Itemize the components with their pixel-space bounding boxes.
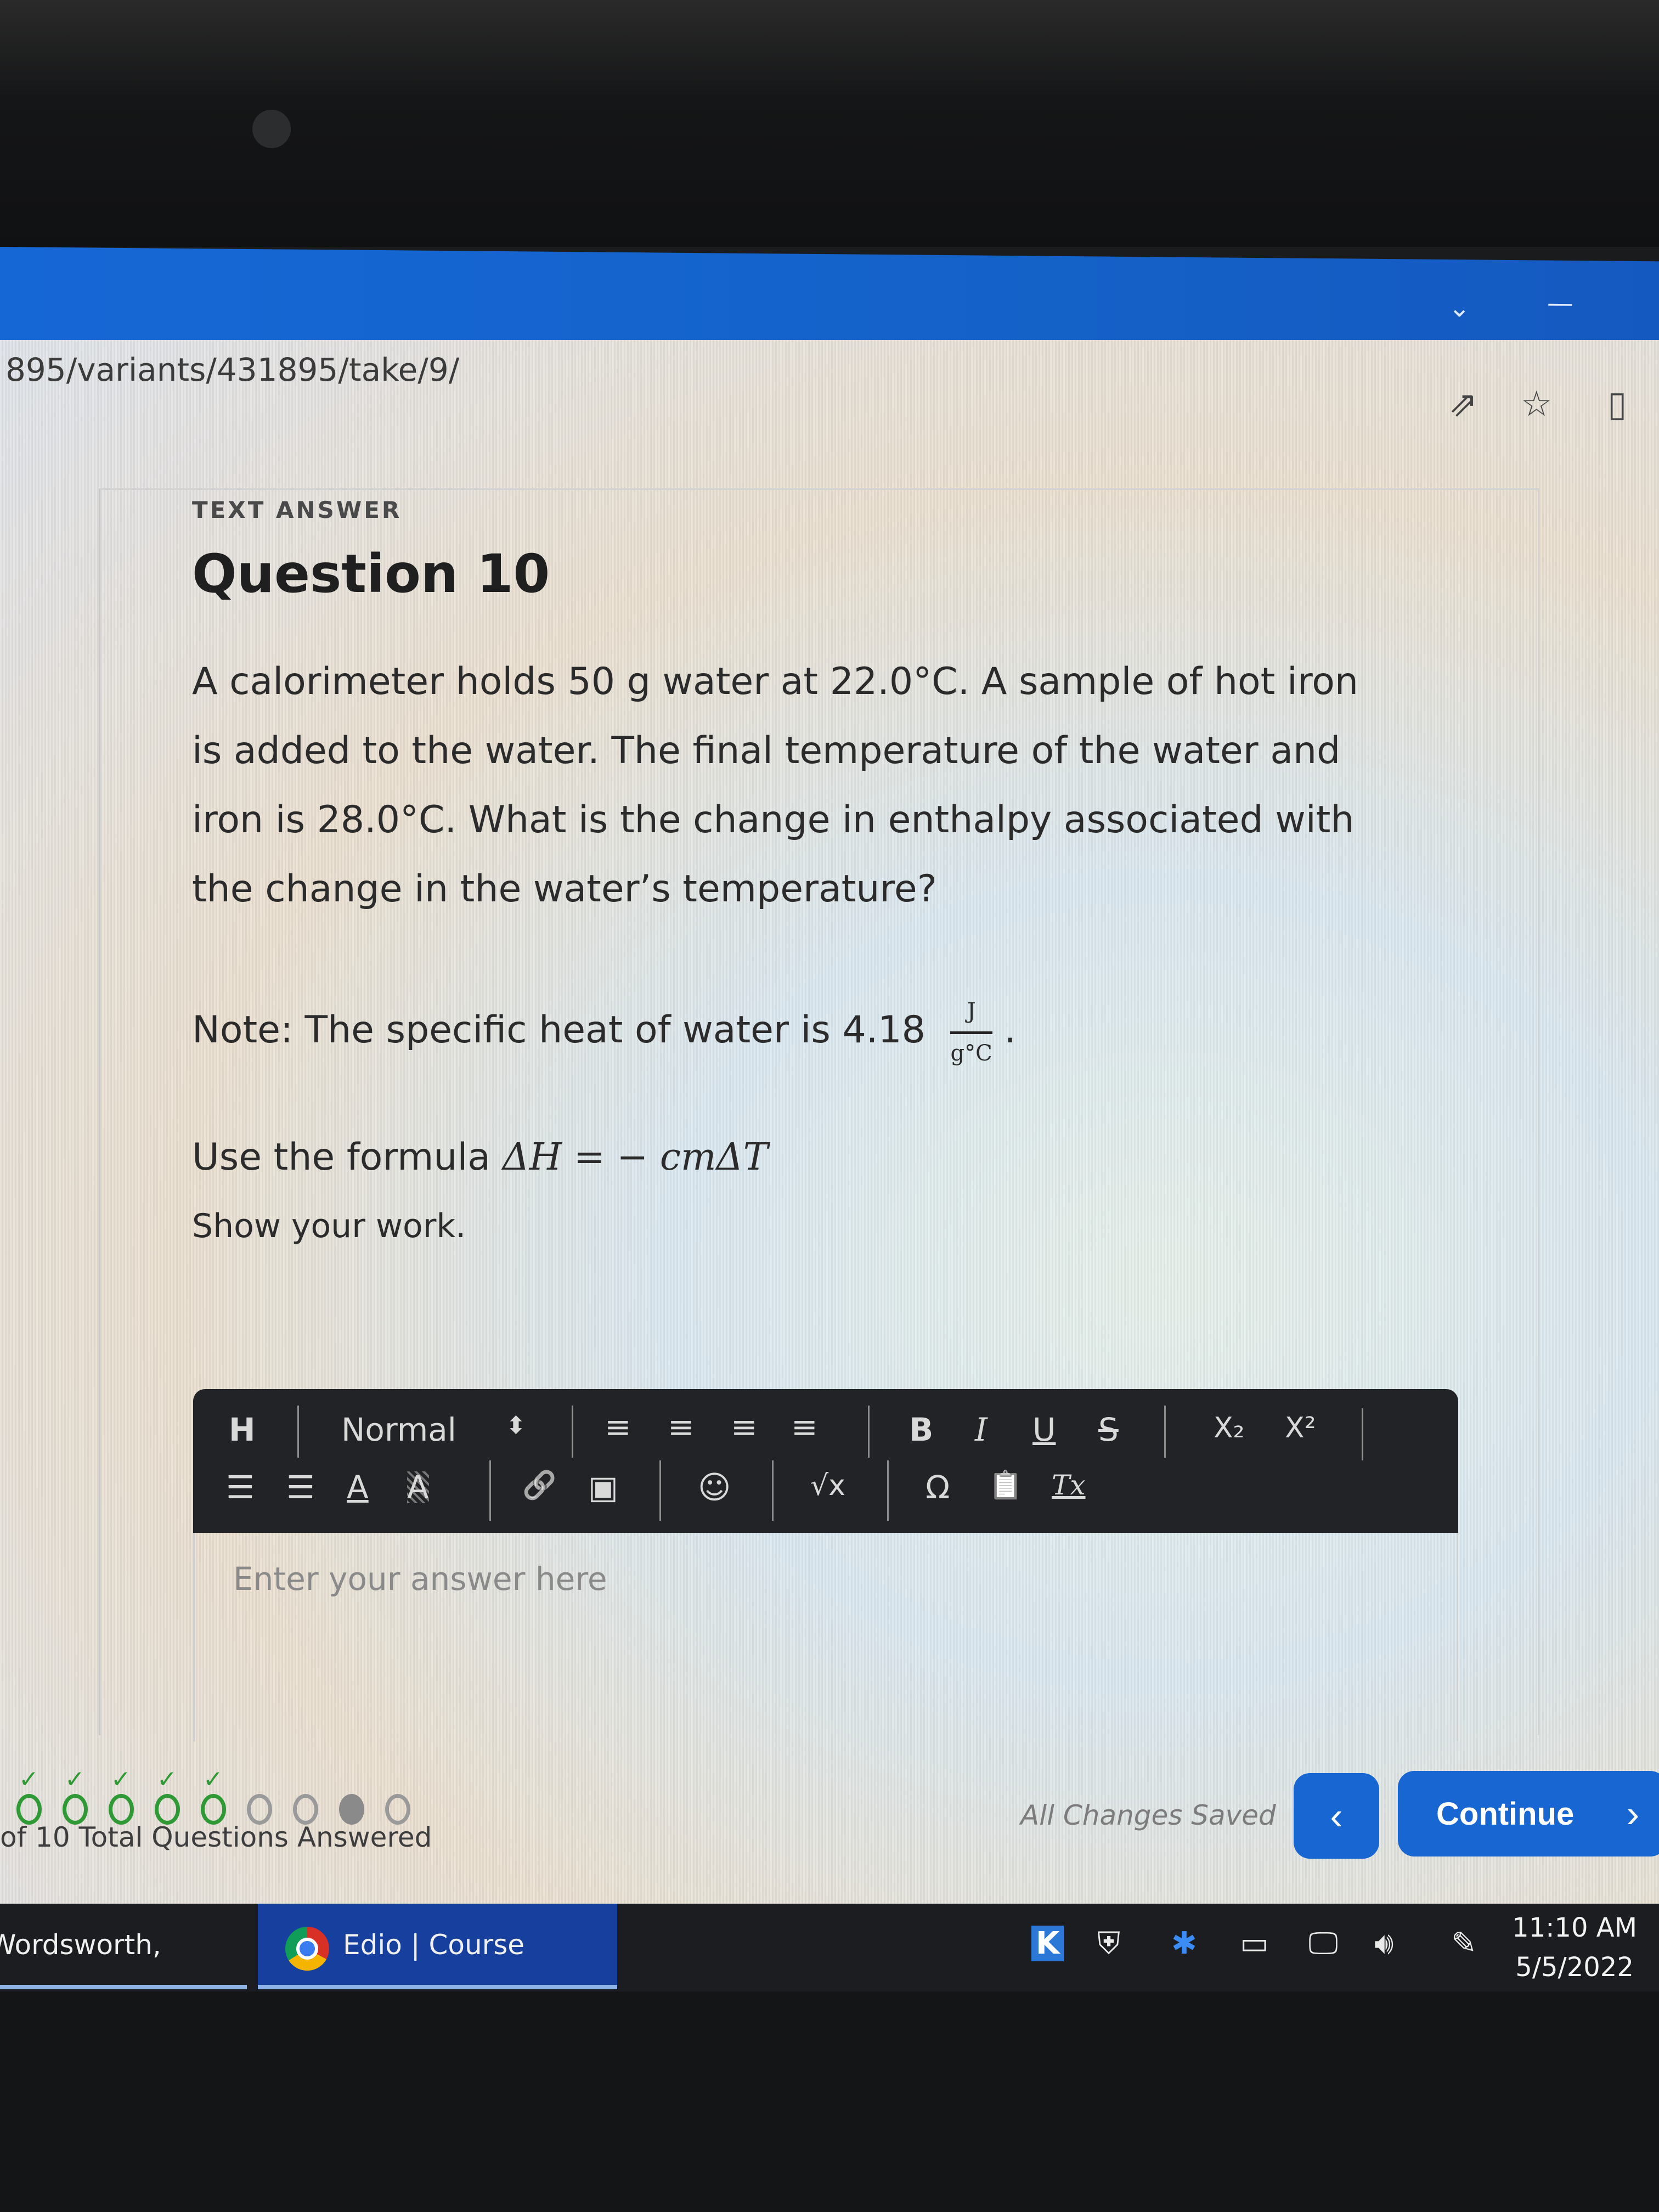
reading-pane-icon[interactable]: ▯ [1607, 384, 1627, 425]
continue-button[interactable]: Continue › [1398, 1771, 1659, 1857]
special-character-button[interactable]: Ω [926, 1471, 950, 1503]
align-center-button[interactable]: ≡ [668, 1411, 695, 1443]
check-icon: ✓ [65, 1765, 85, 1793]
taskbar-item-wordsworth[interactable]: Wordsworth, Shelle... [0, 1904, 247, 2043]
formula-prefix: Use the formula [192, 1136, 491, 1179]
align-right-button[interactable]: ≡ [731, 1411, 758, 1443]
subscript-button[interactable]: X₂ [1214, 1414, 1244, 1442]
unit-numerator: J [950, 998, 992, 1034]
volume-icon[interactable]: 🔊︎ [1374, 1926, 1393, 1962]
system-clock[interactable]: 11:10 AM 5/5/2022 [1512, 1908, 1637, 1987]
check-icon: ✓ [19, 1765, 39, 1793]
monitor-bezel-bottom [0, 1991, 1659, 2212]
taskbar-item-edio[interactable]: Edio | Course Stude... [258, 1904, 617, 2043]
check-icon: ✓ [111, 1765, 131, 1793]
font-color-button[interactable]: A [347, 1471, 369, 1503]
taskbar-item-indicator [258, 1985, 617, 1989]
webcam [252, 110, 291, 148]
note-text: Note: The specific heat of water is 4.18… [192, 998, 1016, 1066]
emoji-icon[interactable]: ☺ [698, 1471, 731, 1503]
pen-icon[interactable]: ✎ [1451, 1926, 1477, 1961]
progress-dot-unanswered[interactable] [247, 1794, 272, 1825]
ordered-list-button[interactable]: ☰ [226, 1471, 255, 1503]
chevron-right-icon: › [1626, 1792, 1639, 1835]
align-justify-button[interactable]: ≡ [791, 1411, 818, 1443]
clock-time: 11:10 AM [1512, 1912, 1637, 1943]
toolbar-divider [1362, 1408, 1363, 1460]
toolbar-divider [772, 1460, 774, 1521]
clock-date: 5/5/2022 [1515, 1952, 1634, 1983]
address-bar-url[interactable]: 895/variants/431895/take/9/ [5, 351, 459, 388]
formula-math: ΔH = − cmΔT [502, 1136, 768, 1179]
unit-fraction: J g°C [950, 998, 992, 1066]
note-suffix: . [1004, 1008, 1016, 1052]
italic-button[interactable]: I [975, 1414, 988, 1446]
image-icon[interactable]: ▣ [588, 1471, 618, 1503]
underline-button[interactable]: U [1032, 1414, 1056, 1446]
style-select[interactable]: Normal [341, 1414, 456, 1446]
toolbar-divider [868, 1406, 870, 1458]
continue-label: Continue [1436, 1796, 1575, 1832]
link-icon[interactable]: 🔗 [522, 1471, 556, 1499]
answer-editor[interactable]: Enter your answer here [193, 1533, 1458, 1741]
check-icon: ✓ [157, 1765, 177, 1793]
paste-icon[interactable]: 📋 [989, 1471, 1023, 1499]
question-type-label: TEXT ANSWER [192, 496, 402, 523]
heading-button[interactable]: H [229, 1414, 256, 1446]
star-icon[interactable]: ☆ [1521, 384, 1552, 425]
progress-label: of 10 Total Questions Answered [0, 1821, 432, 1853]
progress-dot-unanswered[interactable] [293, 1794, 318, 1825]
previous-button[interactable]: ‹ [1294, 1773, 1379, 1859]
bold-button[interactable]: B [909, 1414, 933, 1446]
toolbar-divider [489, 1460, 491, 1521]
answer-placeholder[interactable]: Enter your answer here [233, 1560, 607, 1598]
toolbar-divider [297, 1406, 299, 1458]
chevron-down-icon[interactable]: ⌄ [1448, 292, 1470, 323]
monitor-bezel-top [0, 0, 1659, 247]
unit-denominator: g°C [950, 1041, 992, 1066]
progress-dot-answered[interactable] [201, 1794, 226, 1825]
question-body: A calorimeter holds 50 g water at 22.0°C… [192, 660, 1358, 911]
toolbar-divider [659, 1460, 661, 1521]
taskbar-item-indicator [0, 1985, 247, 1989]
k-app-icon[interactable]: K [1031, 1926, 1064, 1961]
strikethrough-button[interactable]: S [1098, 1414, 1119, 1446]
progress-dot-answered[interactable] [16, 1794, 42, 1825]
windows-taskbar: Wordsworth, Shelle... Edio | Course Stud… [0, 1904, 1659, 2043]
bullet-list-button[interactable]: ☰ [286, 1471, 315, 1503]
share-icon[interactable]: ⇗ [1448, 384, 1478, 425]
bluetooth-icon[interactable]: ✱ [1171, 1926, 1197, 1961]
formula-button[interactable]: √x [810, 1471, 845, 1500]
instruction-text: Show your work. [192, 1207, 466, 1245]
minimize-icon[interactable]: — [1547, 288, 1573, 319]
rich-text-toolbar: H Normal ⬍ ≡ ≡ ≡ ≡ B I U S X₂ X² ☰ ☰ A A… [193, 1389, 1458, 1533]
formula-line: Use the formula ΔH = − cmΔT [192, 1136, 768, 1179]
security-shield-warning-icon[interactable]: ⛨ [1097, 1926, 1120, 1962]
question-title: Question 10 [192, 543, 550, 605]
toolbar-divider [572, 1406, 573, 1458]
note-prefix: Note: The specific heat of water is 4.18 [192, 1008, 926, 1052]
clear-format-button[interactable]: Tx [1052, 1471, 1086, 1499]
toolbar-divider [887, 1460, 889, 1521]
highlight-button[interactable]: A [407, 1471, 429, 1503]
style-select-arrow-icon[interactable]: ⬍ [506, 1414, 526, 1438]
progress-dot-answered[interactable] [63, 1794, 88, 1825]
progress-dot-answered[interactable] [155, 1794, 180, 1825]
check-icon: ✓ [203, 1765, 223, 1793]
browser-titlebar: ⌄ — [0, 247, 1659, 355]
progress-dot-unanswered[interactable] [385, 1794, 410, 1825]
align-left-button[interactable]: ≡ [605, 1411, 631, 1443]
browser-viewport: 895/variants/431895/take/9/ ⇗ ☆ ▯ TEXT A… [0, 340, 1659, 1909]
toolbar-divider [1164, 1406, 1166, 1458]
progress-dot-current[interactable] [339, 1794, 364, 1825]
superscript-button[interactable]: X² [1285, 1414, 1316, 1442]
network-icon[interactable]: 🖵 [1308, 1926, 1338, 1962]
battery-warning-icon[interactable]: ▭ [1240, 1926, 1269, 1961]
save-status: All Changes Saved [1020, 1799, 1276, 1831]
progress-dot-answered[interactable] [109, 1794, 134, 1825]
chrome-icon [285, 1927, 329, 1971]
